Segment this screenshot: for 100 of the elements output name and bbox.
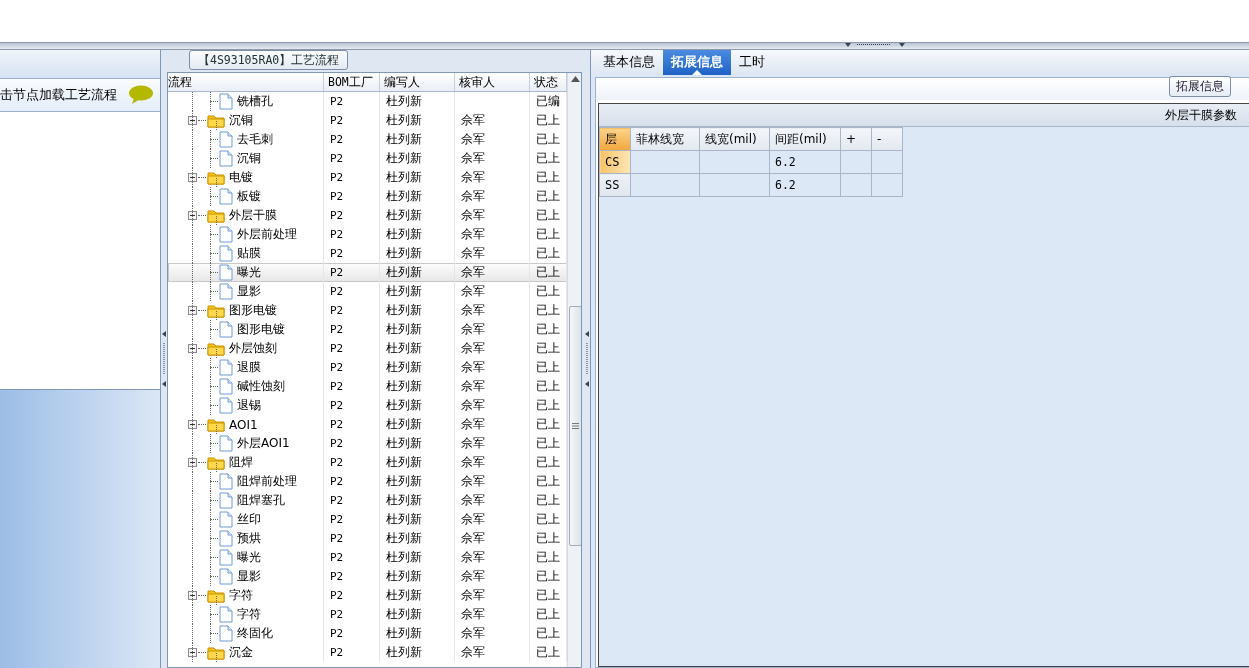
tree-row[interactable]: 阻焊前处理 P2 杜列新 佘军 已上 <box>168 472 567 491</box>
tab[interactable]: 工时 <box>731 50 773 75</box>
tree-row[interactable]: 外层前处理 P2 杜列新 佘军 已上 <box>168 225 567 244</box>
table-cell[interactable]: 6.2 <box>769 173 841 197</box>
tree-node-label[interactable]: 沉铜 <box>229 112 253 129</box>
tree-node-label[interactable]: 外层蚀刻 <box>229 340 277 357</box>
column-header[interactable]: 编写人 <box>380 73 455 91</box>
tree-row[interactable]: 去毛刺 P2 杜列新 佘军 已上 <box>168 130 567 149</box>
tree-row[interactable]: 外层AOI1 P2 杜列新 佘军 已上 <box>168 434 567 453</box>
tree-row[interactable]: 沉金 P2 杜列新 佘军 已上 <box>168 643 567 662</box>
tree-row[interactable]: 沉铜 P2 杜列新 佘军 已上 <box>168 111 567 130</box>
tree-row[interactable]: 板镀 P2 杜列新 佘军 已上 <box>168 187 567 206</box>
tree-row[interactable]: 曝光 P2 杜列新 佘军 已上 <box>168 548 567 567</box>
tree-node-label[interactable]: 字符 <box>229 587 253 604</box>
scrollbar[interactable] <box>567 73 581 667</box>
tree-row[interactable]: 丝印 P2 杜列新 佘军 已上 <box>168 510 567 529</box>
column-header[interactable]: 菲林线宽 <box>630 127 700 151</box>
collapse-icon[interactable] <box>188 306 197 315</box>
tree-node-label[interactable]: 阻焊 <box>229 454 253 471</box>
table-cell[interactable] <box>871 150 903 174</box>
tree-node-label[interactable]: 丝印 <box>237 511 261 528</box>
tree-node-label[interactable]: 板镀 <box>237 188 261 205</box>
tree-row[interactable]: 字符 P2 杜列新 佘军 已上 <box>168 605 567 624</box>
table-cell[interactable] <box>840 173 872 197</box>
tree-row[interactable]: 字符 P2 杜列新 佘军 已上 <box>168 586 567 605</box>
tree-row[interactable]: 阻焊 P2 杜列新 佘军 已上 <box>168 453 567 472</box>
tree-node-label[interactable]: 铣槽孔 <box>237 93 273 110</box>
row-header[interactable]: CS <box>599 150 631 174</box>
table-cell[interactable]: 6.2 <box>769 150 841 174</box>
splitter-grip-icon[interactable] <box>845 43 905 48</box>
tree-row[interactable]: 退锡 P2 杜列新 佘军 已上 <box>168 396 567 415</box>
tree-node-label[interactable]: 贴膜 <box>237 245 261 262</box>
collapse-icon[interactable] <box>188 648 197 657</box>
tree-row[interactable]: 电镀 P2 杜列新 佘军 已上 <box>168 168 567 187</box>
tree-row[interactable]: 外层蚀刻 P2 杜列新 佘军 已上 <box>168 339 567 358</box>
tree-row[interactable]: 图形电镀 P2 杜列新 佘军 已上 <box>168 320 567 339</box>
column-header[interactable]: + <box>840 127 872 151</box>
tree-node-label[interactable]: 图形电镀 <box>229 302 277 319</box>
tree-node-label[interactable]: 碱性蚀刻 <box>237 378 285 395</box>
collapse-icon[interactable] <box>188 458 197 467</box>
tree-row[interactable]: 终固化 P2 杜列新 佘军 已上 <box>168 624 567 643</box>
tree-node-label[interactable]: 退膜 <box>237 359 261 376</box>
folder-icon <box>207 303 225 318</box>
tree-row[interactable]: 碱性蚀刻 P2 杜列新 佘军 已上 <box>168 377 567 396</box>
scroll-up-icon[interactable] <box>571 76 580 82</box>
table-cell[interactable] <box>840 150 872 174</box>
column-header[interactable]: - <box>871 127 903 151</box>
tab[interactable]: 基本信息 <box>595 50 663 75</box>
tree-row[interactable]: 退膜 P2 杜列新 佘军 已上 <box>168 358 567 377</box>
tree-node-label[interactable]: 阻焊塞孔 <box>237 492 285 509</box>
tree-node-label[interactable]: AOI1 <box>229 417 258 432</box>
table-cell[interactable] <box>699 173 770 197</box>
collapse-icon[interactable] <box>188 211 197 220</box>
tab[interactable]: 拓展信息 <box>663 50 731 75</box>
tree-node-label[interactable]: 外层干膜 <box>229 207 277 224</box>
tree-node-label[interactable]: 阻焊前处理 <box>237 473 297 490</box>
tree-row[interactable]: 沉铜 P2 杜列新 佘军 已上 <box>168 149 567 168</box>
table-cell[interactable] <box>630 173 700 197</box>
column-header[interactable]: BOM工厂 <box>324 73 380 91</box>
tree-node-label[interactable]: 曝光 <box>237 264 261 281</box>
column-header[interactable]: 层 <box>599 127 631 151</box>
splitter-grip-icon[interactable] <box>585 331 589 387</box>
tree-node-label[interactable]: 沉铜 <box>237 150 261 167</box>
collapse-icon[interactable] <box>188 344 197 353</box>
collapse-icon[interactable] <box>188 116 197 125</box>
tree-node-label[interactable]: 显影 <box>237 568 261 585</box>
tree-row[interactable]: 曝光 P2 杜列新 佘军 已上 <box>168 263 567 282</box>
tree-node-label[interactable]: 沉金 <box>229 644 253 661</box>
table-cell[interactable] <box>699 150 770 174</box>
column-header[interactable]: 间距(mil) <box>769 127 841 151</box>
tree-row[interactable]: 图形电镀 P2 杜列新 佘军 已上 <box>168 301 567 320</box>
tree-node-label[interactable]: 预烘 <box>237 530 261 547</box>
tree-node-label[interactable]: 外层AOI1 <box>237 435 290 452</box>
table-cell[interactable] <box>871 173 903 197</box>
tree-node-label[interactable]: 退锡 <box>237 397 261 414</box>
splitter-grip-icon[interactable] <box>162 331 166 387</box>
tree-node-label[interactable]: 曝光 <box>237 549 261 566</box>
tree-node-label[interactable]: 图形电镀 <box>237 321 285 338</box>
file-icon <box>219 435 233 452</box>
tree-node-label[interactable]: 终固化 <box>237 625 273 642</box>
row-header[interactable]: SS <box>599 173 631 197</box>
column-header[interactable]: 线宽(mil) <box>699 127 770 151</box>
collapse-icon[interactable] <box>188 173 197 182</box>
tree-node-label[interactable]: 去毛刺 <box>237 131 273 148</box>
tree-node-label[interactable]: 字符 <box>237 606 261 623</box>
tree-node-label[interactable]: 外层前处理 <box>237 226 297 243</box>
tree-row[interactable]: 显影 P2 杜列新 佘军 已上 <box>168 567 567 586</box>
tree-node-label[interactable]: 显影 <box>237 283 261 300</box>
collapse-icon[interactable] <box>188 591 197 600</box>
tree-row[interactable]: 铣槽孔 P2 杜列新 已编 <box>168 92 567 111</box>
tree-row[interactable]: 阻焊塞孔 P2 杜列新 佘军 已上 <box>168 491 567 510</box>
tree-row[interactable]: 预烘 P2 杜列新 佘军 已上 <box>168 529 567 548</box>
table-cell[interactable] <box>630 150 700 174</box>
column-header[interactable]: 流程 <box>168 73 324 91</box>
column-header[interactable]: 核审人 <box>455 73 530 91</box>
collapse-icon[interactable] <box>188 420 197 429</box>
tree-row[interactable]: AOI1 P2 杜列新 佘军 已上 <box>168 415 567 434</box>
tree-row[interactable]: 外层干膜 P2 杜列新 佘军 已上 <box>168 206 567 225</box>
tree-node-label[interactable]: 电镀 <box>229 169 253 186</box>
tree-row[interactable]: 显影 P2 杜列新 佘军 已上 <box>168 282 567 301</box>
